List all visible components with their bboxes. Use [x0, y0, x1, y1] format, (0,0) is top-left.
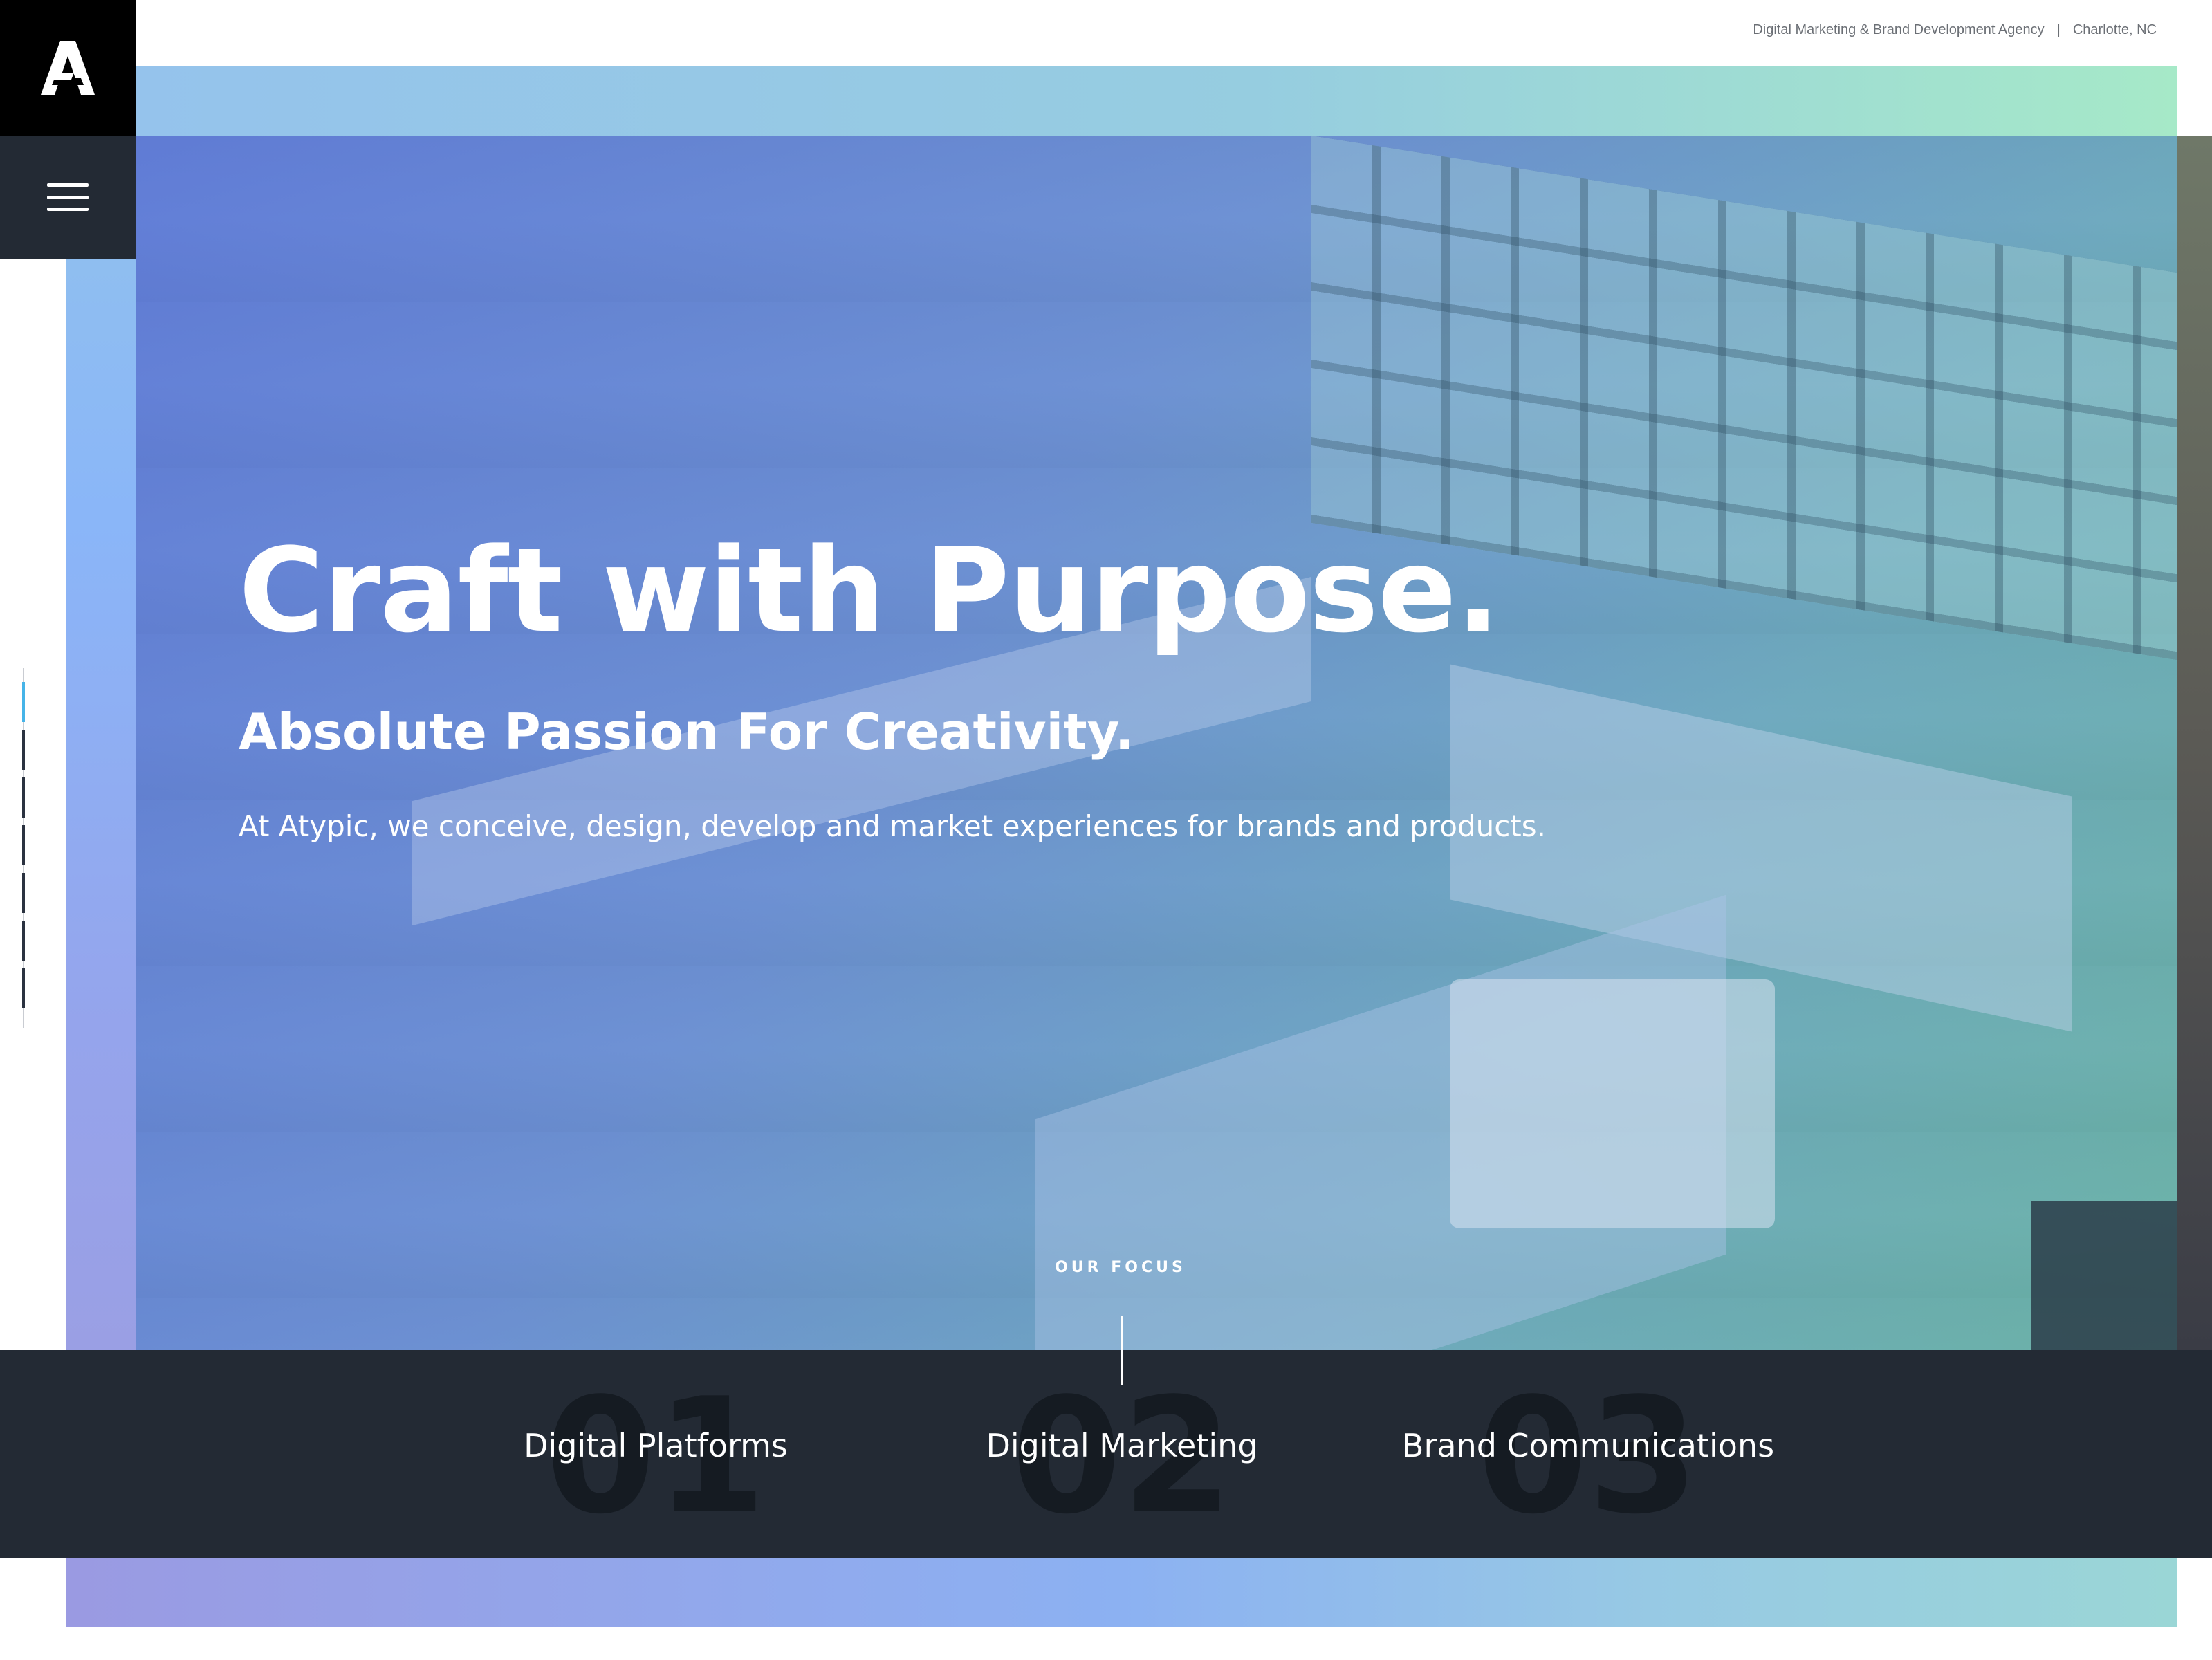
atypic-logo-icon [41, 41, 95, 95]
hero-title: Craft with Purpose. [239, 523, 1500, 658]
slide-dot[interactable] [22, 968, 25, 1008]
hero-edge [2177, 136, 2212, 1350]
slide-dot[interactable] [22, 873, 25, 913]
focus-title: Digital Marketing [986, 1427, 1258, 1464]
focus-title: Digital Platforms [524, 1427, 788, 1464]
gradient-frame-left [66, 66, 136, 1350]
hero-description: At Atypic, we conceive, design, develop … [239, 809, 1546, 843]
slide-dot[interactable] [22, 825, 25, 865]
focus-divider-line [1121, 1316, 1123, 1385]
slide-dot[interactable] [22, 921, 25, 961]
office-monitor [1450, 979, 1775, 1228]
menu-button[interactable] [0, 136, 136, 259]
slide-dot[interactable] [22, 777, 25, 818]
slide-dot[interactable] [22, 730, 25, 770]
agency-tagline: Digital Marketing & Brand Development Ag… [1753, 21, 2045, 37]
slide-indicator [22, 668, 25, 1028]
focus-bar: 01 Digital Platforms 02 Digital Marketin… [0, 1350, 2212, 1558]
focus-item-digital-platforms[interactable]: 01 Digital Platforms [448, 1350, 863, 1558]
logo-link[interactable] [0, 0, 136, 136]
separator: | [2056, 21, 2061, 37]
focus-title: Brand Communications [1401, 1427, 1775, 1464]
focus-item-brand-communications[interactable]: 03 Brand Communications [1381, 1350, 1796, 1558]
agency-location: Charlotte, NC [2072, 21, 2157, 37]
gradient-frame-top [136, 66, 2177, 136]
slide-dot[interactable] [22, 682, 25, 722]
hamburger-menu-icon [47, 183, 89, 211]
header-info: Digital Marketing & Brand Development Ag… [1753, 19, 2157, 40]
hero-subtitle: Absolute Passion For Creativity. [239, 703, 1134, 761]
gradient-frame-bottom [66, 1558, 2177, 1627]
our-focus-label: OUR FOCUS [1055, 1259, 1186, 1276]
